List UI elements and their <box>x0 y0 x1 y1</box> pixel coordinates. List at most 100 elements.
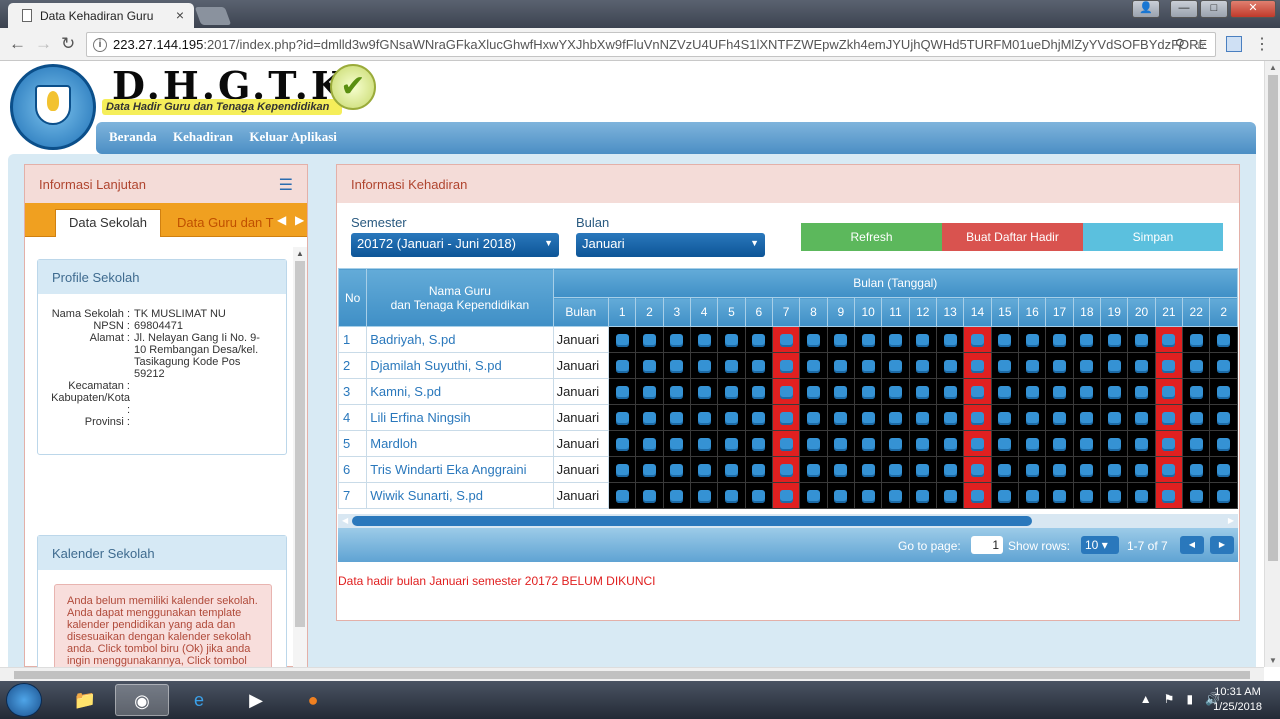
attendance-cell[interactable] <box>908 378 937 405</box>
tab-data-sekolah[interactable]: Data Sekolah <box>55 209 161 237</box>
attendance-checkbox-icon[interactable] <box>697 334 711 348</box>
attendance-cell[interactable] <box>1182 404 1211 431</box>
attendance-cell[interactable] <box>635 430 664 457</box>
attendance-cell[interactable] <box>607 404 637 431</box>
attendance-cell[interactable] <box>1154 404 1184 431</box>
attendance-cell[interactable] <box>1127 352 1156 379</box>
attendance-cell[interactable] <box>826 430 855 457</box>
col-no-header[interactable]: No <box>338 268 368 327</box>
attendance-cell[interactable] <box>1209 378 1238 405</box>
rows-per-page-select[interactable]: 10 ▾ <box>1081 536 1119 554</box>
attendance-checkbox-icon[interactable] <box>943 438 957 452</box>
attendance-checkbox-icon[interactable] <box>670 490 684 504</box>
attendance-checkbox-icon[interactable] <box>1217 386 1231 400</box>
attendance-checkbox-icon[interactable] <box>888 438 902 452</box>
attendance-cell[interactable] <box>1209 404 1238 431</box>
semester-select[interactable]: 20172 (Januari - Juni 2018) ▼ <box>351 233 559 257</box>
attendance-cell[interactable] <box>1154 378 1184 405</box>
attendance-checkbox-icon[interactable] <box>1217 360 1231 374</box>
page-hscroll-thumb[interactable] <box>14 671 1250 679</box>
attendance-cell[interactable] <box>771 404 801 431</box>
attendance-cell[interactable] <box>1072 430 1102 457</box>
attendance-cell[interactable] <box>1182 378 1211 405</box>
tab-scroll-right-icon[interactable]: ▶ <box>295 213 304 227</box>
attendance-checkbox-icon[interactable] <box>1053 412 1067 426</box>
attendance-cell[interactable] <box>799 404 828 431</box>
attendance-cell[interactable] <box>935 430 965 457</box>
attendance-cell[interactable] <box>771 430 801 457</box>
attendance-cell[interactable] <box>853 404 883 431</box>
hamburger-menu-icon[interactable]: ☰ <box>279 175 293 195</box>
attendance-checkbox-icon[interactable] <box>724 464 738 478</box>
left-panel-scrollbar[interactable]: ▲ <box>293 247 307 667</box>
attendance-checkbox-icon[interactable] <box>1053 438 1067 452</box>
attendance-cell[interactable] <box>1209 326 1238 353</box>
attendance-cell[interactable] <box>635 326 664 353</box>
attendance-checkbox-icon[interactable] <box>642 334 656 348</box>
nav-kehadiran[interactable]: Kehadiran <box>173 129 233 145</box>
attendance-checkbox-icon[interactable] <box>806 438 820 452</box>
attendance-checkbox-icon[interactable] <box>806 464 820 478</box>
grid-horizontal-scrollbar[interactable]: ◀ ▶ <box>338 514 1238 528</box>
attendance-checkbox-icon[interactable] <box>1189 386 1203 400</box>
attendance-cell[interactable] <box>990 430 1020 457</box>
attendance-cell[interactable] <box>744 404 773 431</box>
attendance-cell[interactable] <box>717 456 746 483</box>
attendance-checkbox-icon[interactable] <box>998 438 1012 452</box>
attendance-cell[interactable] <box>1045 430 1074 457</box>
attendance-cell[interactable] <box>1209 456 1238 483</box>
col-name-header[interactable]: Nama Guru dan Tenaga Kependidikan <box>366 268 554 327</box>
attendance-checkbox-icon[interactable] <box>670 334 684 348</box>
attendance-cell[interactable] <box>853 352 883 379</box>
attendance-checkbox-icon[interactable] <box>615 386 629 400</box>
attendance-cell[interactable] <box>717 326 746 353</box>
attendance-checkbox-icon[interactable] <box>916 464 930 478</box>
attendance-checkbox-icon[interactable] <box>998 412 1012 426</box>
attendance-cell[interactable] <box>1100 404 1129 431</box>
page-input[interactable]: 1 <box>971 536 1003 554</box>
attendance-cell[interactable] <box>1072 456 1102 483</box>
cell-name[interactable]: Mardloh <box>366 430 554 457</box>
attendance-checkbox-icon[interactable] <box>697 360 711 374</box>
cell-name[interactable]: Tris Windarti Eka Anggraini <box>366 456 554 483</box>
attendance-checkbox-icon[interactable] <box>1025 360 1039 374</box>
site-info-icon[interactable]: i <box>93 38 107 52</box>
attendance-checkbox-icon[interactable] <box>752 490 766 504</box>
attendance-checkbox-icon[interactable] <box>724 412 738 426</box>
attendance-cell[interactable] <box>1127 404 1156 431</box>
attendance-cell[interactable] <box>1182 326 1211 353</box>
attendance-checkbox-icon[interactable] <box>970 412 984 426</box>
attendance-checkbox-icon[interactable] <box>943 490 957 504</box>
attendance-checkbox-icon[interactable] <box>724 438 738 452</box>
attendance-cell[interactable] <box>853 378 883 405</box>
attendance-checkbox-icon[interactable] <box>1189 490 1203 504</box>
nav-beranda[interactable]: Beranda <box>109 129 157 145</box>
attendance-cell[interactable] <box>963 378 992 405</box>
attendance-checkbox-icon[interactable] <box>1107 360 1121 374</box>
attendance-cell[interactable] <box>853 430 883 457</box>
attendance-checkbox-icon[interactable] <box>806 412 820 426</box>
attendance-checkbox-icon[interactable] <box>697 386 711 400</box>
attendance-checkbox-icon[interactable] <box>834 490 848 504</box>
attendance-cell[interactable] <box>1017 326 1047 353</box>
attendance-checkbox-icon[interactable] <box>888 386 902 400</box>
attendance-cell[interactable] <box>1154 326 1184 353</box>
attendance-cell[interactable] <box>1127 482 1156 509</box>
attendance-checkbox-icon[interactable] <box>615 360 629 374</box>
bookmark-star-icon[interactable]: ☆ <box>1194 36 1207 53</box>
attendance-cell[interactable] <box>1072 326 1102 353</box>
attendance-checkbox-icon[interactable] <box>1135 464 1149 478</box>
attendance-checkbox-icon[interactable] <box>1107 464 1121 478</box>
attendance-cell[interactable] <box>662 456 691 483</box>
page-vertical-scrollbar[interactable]: ▲ ▼ <box>1264 61 1280 667</box>
attendance-cell[interactable] <box>607 352 637 379</box>
attendance-cell[interactable] <box>881 352 910 379</box>
attendance-checkbox-icon[interactable] <box>642 386 656 400</box>
attendance-cell[interactable] <box>1045 378 1074 405</box>
attendance-checkbox-icon[interactable] <box>752 386 766 400</box>
attendance-checkbox-icon[interactable] <box>642 360 656 374</box>
attendance-cell[interactable] <box>689 482 719 509</box>
attendance-cell[interactable] <box>963 482 992 509</box>
table-row[interactable]: 3 Kamni, S.pd Januari <box>338 378 1238 405</box>
attendance-cell[interactable] <box>908 404 937 431</box>
